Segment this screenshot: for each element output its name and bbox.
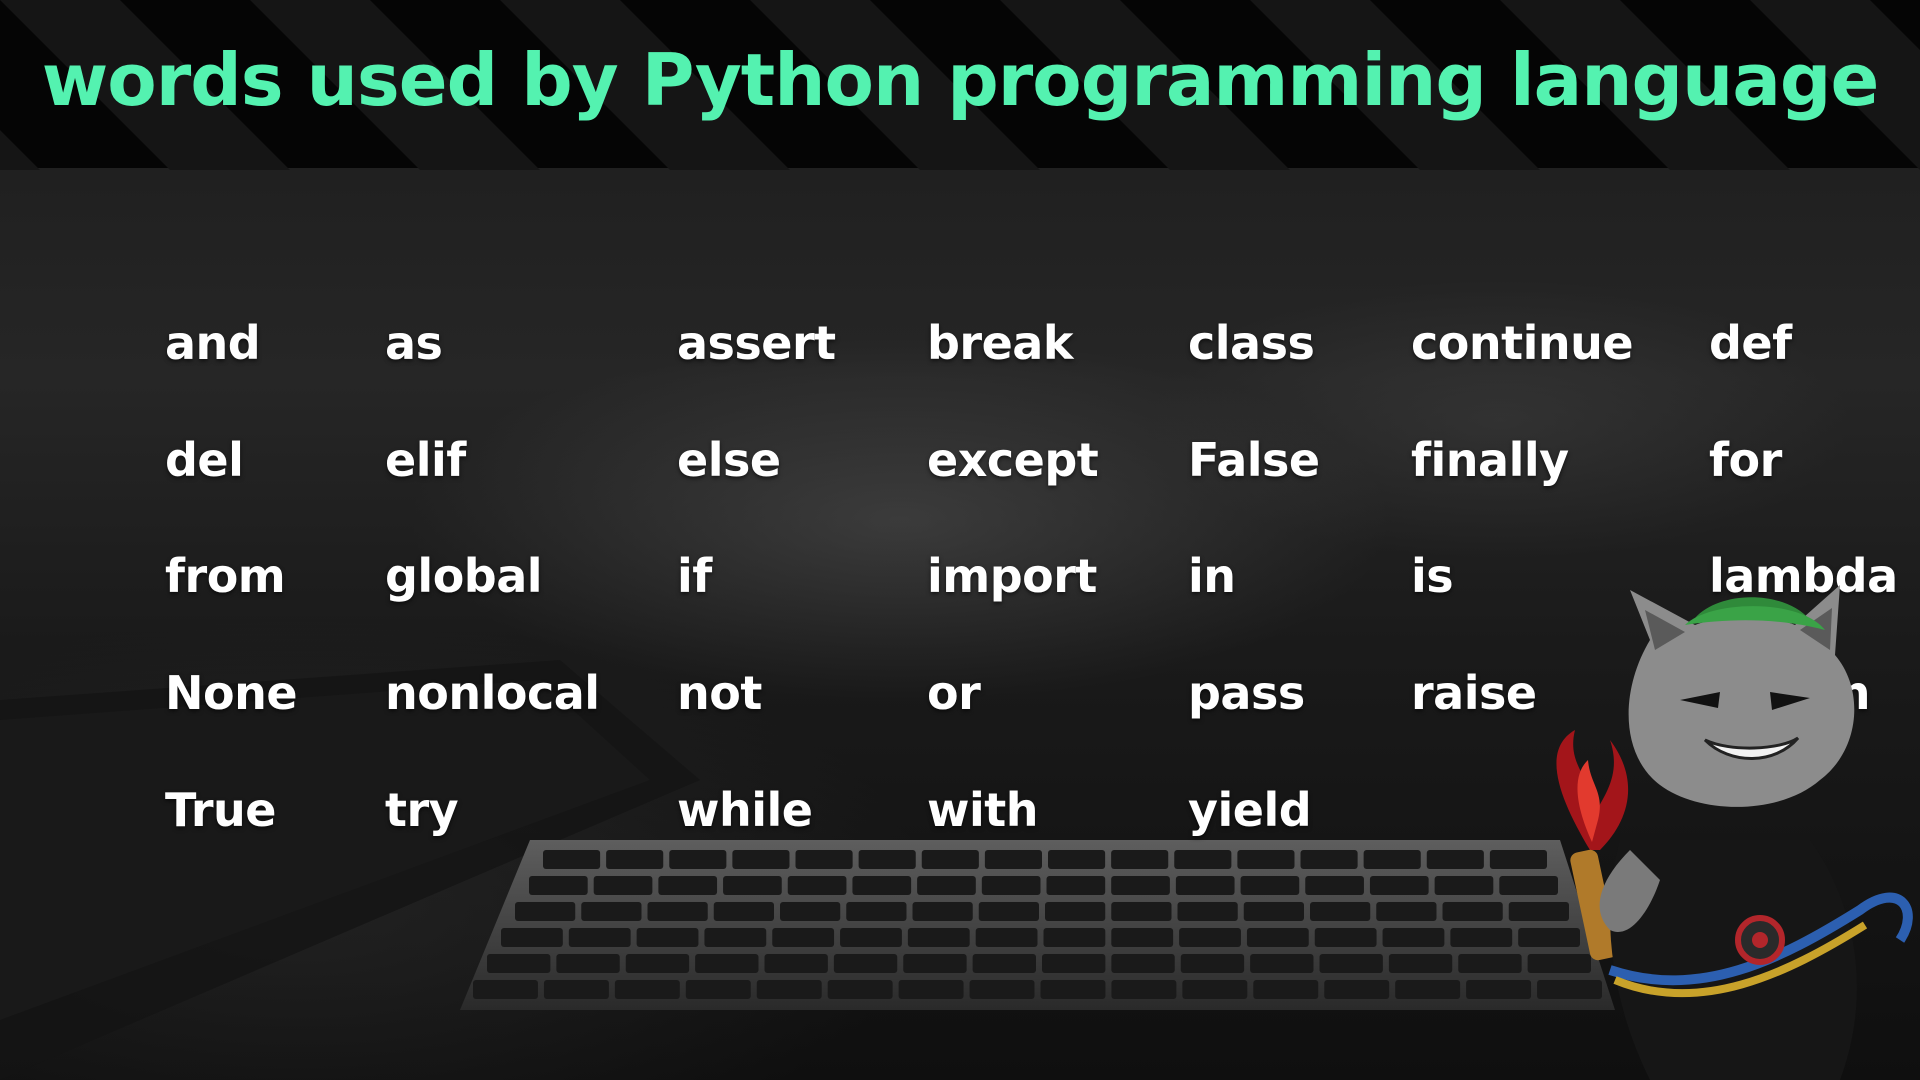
keyword-is: is [1411,549,1454,603]
keyword-assert: assert [677,316,836,370]
keyword-pass: pass [1188,666,1305,720]
keyword-from: from [165,549,286,603]
keyword-with: with [927,783,1039,837]
keyword-as: as [385,316,443,370]
keyword-or: or [927,666,981,720]
keyword-except: except [927,433,1099,487]
keyword-for: for [1709,433,1782,487]
cat-mascot-image [1556,585,1913,1080]
keyword-yield: yield [1188,783,1312,837]
keyword-try: try [385,783,459,837]
keyword-finally: finally [1411,433,1569,487]
keyword-break: break [927,316,1073,370]
keyword-else: else [677,433,781,487]
keyword-def: def [1709,316,1792,370]
keyword-while: while [677,783,813,837]
keyword-false: False [1188,433,1320,487]
keyword-if: if [677,549,712,603]
slide: words used by Python programming languag… [0,0,1920,1080]
keyword-none: None [165,666,298,720]
keyword-class: class [1188,316,1315,370]
keyword-not: not [677,666,762,720]
keyword-del: del [165,433,244,487]
keyword-continue: continue [1411,316,1634,370]
keyword-elif: elif [385,433,466,487]
keyword-true: True [165,783,276,837]
keyword-import: import [927,549,1097,603]
keyword-in: in [1188,549,1236,603]
keyword-and: and [165,316,261,370]
keyword-nonlocal: nonlocal [385,666,600,720]
keyword-global: global [385,549,543,603]
